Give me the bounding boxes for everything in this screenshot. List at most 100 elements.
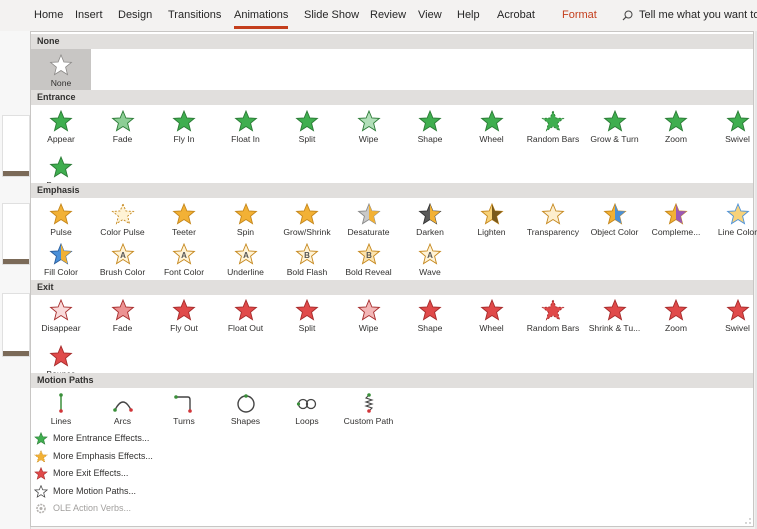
effect-exit-shape[interactable]: Shape [400,294,460,340]
emphasis-star-object-color-icon [602,202,627,225]
effect-label: Shape [417,134,443,144]
effect-motion-loops[interactable]: Loops [277,387,337,433]
effect-entrance-wipe[interactable]: Wipe [339,105,399,151]
tab-view[interactable]: View [418,9,442,21]
effect-motion-shapes[interactable]: Shapes [216,387,276,433]
tell-me-search[interactable]: Tell me what you want to d [622,9,757,21]
emphasis-star-pulse-icon [49,202,73,225]
tab-design[interactable]: Design [118,9,152,21]
exit-star-split-icon [295,298,319,321]
slide-thumbnail[interactable] [2,203,30,265]
effect-emphasis-brush-color[interactable]: A Brush Color [93,238,153,284]
svg-text:A: A [243,251,249,260]
menu-item-more-emphasis-effects[interactable]: More Emphasis Effects... [31,448,331,465]
effect-entrance-fly-in[interactable]: Fly In [154,105,214,151]
entrance-star-shape-icon [418,109,442,132]
effect-label: Shrink & Tu... [588,323,641,333]
effect-motion-lines[interactable]: Lines [31,387,91,433]
menu-item-more-entrance-effects[interactable]: More Entrance Effects... [31,430,331,447]
effect-exit-shrink-tu[interactable]: Shrink & Tu... [585,294,645,340]
effect-emphasis-wave[interactable]: A Wave [400,238,460,284]
effect-entrance-grow-turn[interactable]: Grow & Turn [585,105,645,151]
effect-exit-disappear[interactable]: Disappear [31,294,91,340]
effect-entrance-wheel[interactable]: Wheel [462,105,522,151]
exit-star-shape-icon [418,298,442,321]
effect-motion-turns[interactable]: Turns [154,387,214,433]
tab-review[interactable]: Review [370,9,406,21]
menu-item-more-motion-paths[interactable]: More Motion Paths... [31,483,331,500]
svg-text:A: A [181,251,187,260]
emphasis-star-compleme-icon [664,202,688,225]
effect-label: Appear [47,134,75,144]
entrance-star-swivel-icon [725,109,750,132]
effect-exit-fade[interactable]: Fade [93,294,153,340]
menu-item-label: OLE Action Verbs... [53,503,132,513]
effect-emphasis-fill-color[interactable]: Fill Color [31,238,91,284]
effect-exit-zoom[interactable]: Zoom [646,294,706,340]
tab-format[interactable]: Format [562,9,597,21]
emphasis-star-fill-color-icon [49,242,73,265]
effect-motion-arcs[interactable]: Arcs [93,387,153,433]
effect-exit-split[interactable]: Split [277,294,337,340]
effect-emphasis-bold-reveal[interactable]: B Bold Reveal [339,238,399,284]
effect-label: Grow & Turn [590,134,639,144]
effect-exit-wheel[interactable]: Wheel [462,294,522,340]
emphasis-star-bold-reveal-icon: B [356,242,381,265]
effect-emphasis-bold-flash[interactable]: B Bold Flash [277,238,337,284]
slide-thumbnail-pane [0,31,31,529]
effect-emphasis-lighten[interactable]: Lighten [462,198,522,244]
effect-exit-random-bars[interactable]: Random Bars [523,294,583,340]
effect-label: Lighten [477,227,506,237]
motion-path-custom-path-icon [357,392,381,414]
tab-slide-show[interactable]: Slide Show [304,9,359,21]
effect-exit-wipe[interactable]: Wipe [339,294,399,340]
exit-star-random-bars-icon [541,298,565,321]
menu-item-more-exit-effects[interactable]: More Exit Effects... [31,465,331,482]
tab-home[interactable]: Home [34,9,63,21]
effect-label: Wipe [358,323,379,333]
effect-entrance-split[interactable]: Split [277,105,337,151]
emphasis-star-wave-icon: A [418,242,442,265]
effect-entrance-random-bars[interactable]: Random Bars [523,105,583,151]
effect-entrance-swivel[interactable]: Swivel [708,105,757,151]
effect-entrance-zoom[interactable]: Zoom [646,105,706,151]
effect-exit-float-out[interactable]: Float Out [216,294,276,340]
slide-thumbnail[interactable] [2,115,30,177]
entrance-star-bounce-icon [49,155,73,178]
emphasis-star-line-color-icon [725,202,750,225]
effect-entrance-shape[interactable]: Shape [400,105,460,151]
effect-label: Wheel [479,134,504,144]
resize-grip-icon[interactable] [745,518,751,524]
tab-acrobat[interactable]: Acrobat [497,9,535,21]
effect-emphasis-underline[interactable]: A Underline [216,238,276,284]
effect-label: Loops [295,416,319,426]
effect-emphasis-compleme[interactable]: Compleme... [646,198,706,244]
effect-entrance-appear[interactable]: Appear [31,105,91,151]
effect-emphasis-font-color[interactable]: A Font Color [154,238,214,284]
effect-emphasis-object-color[interactable]: Object Color [585,198,645,244]
tab-insert[interactable]: Insert [75,9,103,21]
emphasis-star-spin-icon [233,202,258,225]
exit-star-icon [34,466,48,480]
slide-thumbnail[interactable] [2,293,30,357]
effect-label: Wheel [479,323,504,333]
effect-none-none[interactable]: None [31,49,91,95]
exit-star-wheel-icon [479,298,504,321]
effect-label: Underline [227,267,264,277]
effect-exit-swivel[interactable]: Swivel [708,294,757,340]
tab-transitions[interactable]: Transitions [168,9,221,21]
tab-help[interactable]: Help [457,9,480,21]
exit-star-swivel-icon [725,298,750,321]
effect-entrance-float-in[interactable]: Float In [216,105,276,151]
search-icon [622,10,633,21]
effect-motion-custom-path[interactable]: Custom Path [339,387,399,433]
effect-emphasis-line-color[interactable]: Line Color [708,198,757,244]
emphasis-star-color-pulse-icon [110,202,135,225]
effect-entrance-fade[interactable]: Fade [93,105,153,151]
entrance-star-random-bars-icon [541,109,565,132]
effect-label: Arcs [113,416,132,426]
effect-emphasis-transparency[interactable]: Transparency [523,198,583,244]
effect-exit-fly-out[interactable]: Fly Out [154,294,214,340]
effect-label: Fly Out [170,323,198,333]
tab-animations[interactable]: Animations [234,9,289,29]
